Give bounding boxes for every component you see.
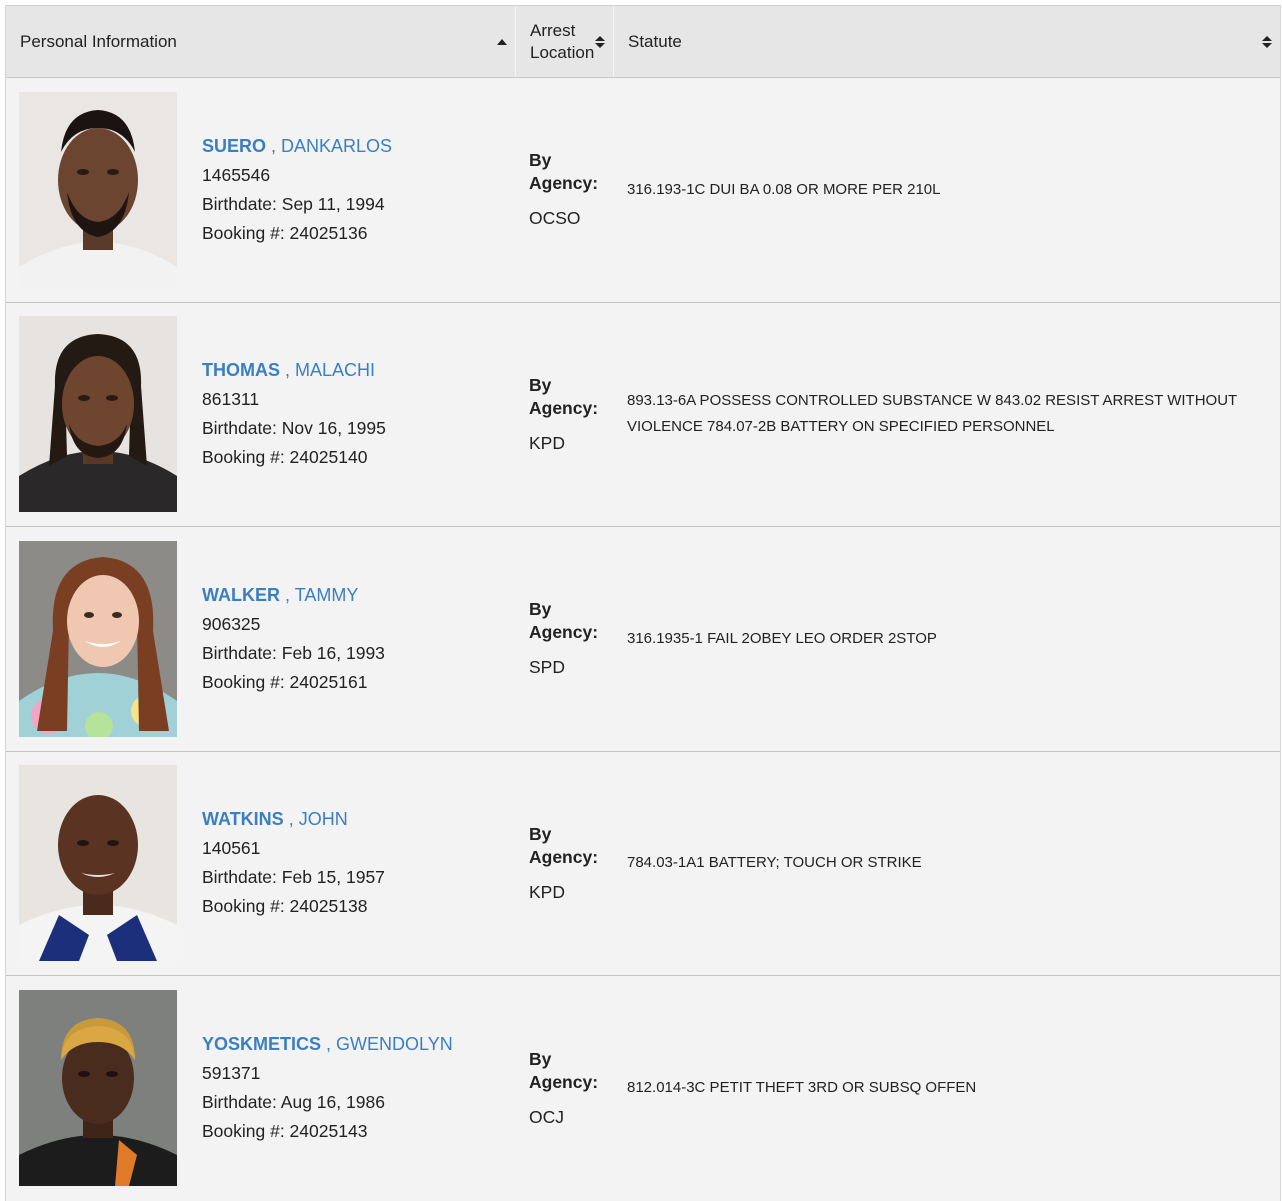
statute-text: 812.014-3C PETIT THEFT 3RD OR SUBSQ OFFE… (627, 1079, 977, 1097)
column-header-personal-information[interactable]: Personal Information (6, 6, 516, 77)
birthdate: Birthdate: Feb 15, 1957 (202, 867, 385, 888)
table-row: YOSKMETICS , GWENDOLYN 591371 Birthdate:… (6, 976, 1280, 1201)
booking-number: Booking #: 24025136 (202, 222, 368, 243)
inmate-name-link[interactable]: THOMAS , MALACHI (202, 360, 375, 380)
inmate-name-link[interactable]: YOSKMETICS , GWENDOLYN (202, 1034, 453, 1054)
arrest-location-cell: By Agency: KPD (516, 752, 614, 976)
person-details: THOMAS , MALACHI 861311 Birthdate: Nov 1… (202, 356, 386, 472)
inmate-id: 140561 (202, 838, 261, 859)
inmate-id: 591371 (202, 1063, 261, 1084)
by-agency-label: By Agency: (529, 1048, 599, 1092)
birthdate: Birthdate: Nov 16, 1995 (202, 418, 386, 439)
inmate-name-link[interactable]: SUERO , DANKARLOS (202, 136, 392, 156)
agency-value: SPD (529, 657, 565, 678)
statute-cell: 316.193-1C DUI BA 0.08 OR MORE PER 210L (614, 78, 1280, 302)
by-agency-label: By Agency: (529, 150, 599, 194)
person-details: YOSKMETICS , GWENDOLYN 591371 Birthdate:… (202, 1030, 453, 1146)
agency-value: OCJ (529, 1106, 564, 1127)
table-header: Personal Information Arrest Location Sta… (6, 5, 1280, 78)
statute-text: 316.1935-1 FAIL 2OBEY LEO ORDER 2STOP (627, 629, 937, 647)
table-body: SUERO , DANKARLOS 1465546 Birthdate: Sep… (6, 78, 1280, 1201)
personal-info-cell: THOMAS , MALACHI 861311 Birthdate: Nov 1… (6, 303, 516, 527)
statute-cell: 812.014-3C PETIT THEFT 3RD OR SUBSQ OFFE… (614, 976, 1280, 1201)
arrest-location-cell: By Agency: OCJ (516, 976, 614, 1201)
inmate-name-link[interactable]: WATKINS , JOHN (202, 809, 348, 829)
agency-value: KPD (529, 432, 565, 453)
statute-text: 784.03-1A1 BATTERY; TOUCH OR STRIKE (627, 854, 922, 872)
by-agency-label: By Agency: (529, 599, 599, 643)
arrest-location-cell: By Agency: OCSO (516, 78, 614, 302)
inmate-id: 906325 (202, 613, 261, 634)
birthdate: Birthdate: Feb 16, 1993 (202, 642, 385, 663)
person-details: SUERO , DANKARLOS 1465546 Birthdate: Sep… (202, 132, 392, 248)
column-header-statute[interactable]: Statute (614, 6, 1280, 77)
sort-ascending-icon (497, 38, 507, 45)
personal-info-cell: WATKINS , JOHN 140561 Birthdate: Feb 15,… (6, 752, 516, 976)
person-details: WATKINS , JOHN 140561 Birthdate: Feb 15,… (202, 805, 385, 921)
inmate-name-link[interactable]: WALKER , TAMMY (202, 585, 358, 605)
arrest-location-cell: By Agency: KPD (516, 303, 614, 527)
inmate-id: 1465546 (202, 164, 271, 185)
mugshot-photo[interactable] (19, 990, 177, 1187)
agency-value: OCSO (529, 208, 581, 229)
sort-both-icon (595, 35, 605, 48)
by-agency-label: By Agency: (529, 823, 599, 867)
personal-info-cell: SUERO , DANKARLOS 1465546 Birthdate: Sep… (6, 78, 516, 302)
birthdate: Birthdate: Sep 11, 1994 (202, 193, 385, 214)
statute-text: 316.193-1C DUI BA 0.08 OR MORE PER 210L (627, 180, 941, 198)
booking-number: Booking #: 24025143 (202, 1121, 368, 1142)
statute-cell: 316.1935-1 FAIL 2OBEY LEO ORDER 2STOP (614, 527, 1280, 751)
personal-info-cell: YOSKMETICS , GWENDOLYN 591371 Birthdate:… (6, 976, 516, 1201)
statute-text: 893.13-6A POSSESS CONTROLLED SUBSTANCE W… (627, 392, 1237, 436)
arrest-records-table: Personal Information Arrest Location Sta… (5, 5, 1281, 1201)
table-row: THOMAS , MALACHI 861311 Birthdate: Nov 1… (6, 302, 1280, 527)
table-row: WATKINS , JOHN 140561 Birthdate: Feb 15,… (6, 751, 1280, 976)
mugshot-photo[interactable] (19, 765, 177, 962)
agency-value: KPD (529, 881, 565, 902)
arrest-location-cell: By Agency: SPD (516, 527, 614, 751)
statute-cell: 784.03-1A1 BATTERY; TOUCH OR STRIKE (614, 752, 1280, 976)
table-row: SUERO , DANKARLOS 1465546 Birthdate: Sep… (6, 78, 1280, 303)
mugshot-photo[interactable] (19, 540, 177, 737)
personal-info-cell: WALKER , TAMMY 906325 Birthdate: Feb 16,… (6, 527, 516, 751)
mugshot-photo[interactable] (19, 316, 177, 513)
table-row: WALKER , TAMMY 906325 Birthdate: Feb 16,… (6, 527, 1280, 752)
booking-number: Booking #: 24025140 (202, 447, 368, 468)
sort-both-icon (1262, 35, 1272, 48)
birthdate: Birthdate: Aug 16, 1986 (202, 1092, 385, 1113)
booking-number: Booking #: 24025138 (202, 896, 368, 917)
person-details: WALKER , TAMMY 906325 Birthdate: Feb 16,… (202, 581, 385, 697)
column-header-arrest-location[interactable]: Arrest Location (516, 6, 614, 77)
inmate-id: 861311 (202, 389, 260, 410)
mugshot-photo[interactable] (19, 91, 177, 288)
by-agency-label: By Agency: (529, 374, 599, 418)
statute-cell: 893.13-6A POSSESS CONTROLLED SUBSTANCE W… (614, 303, 1280, 527)
booking-number: Booking #: 24025161 (202, 671, 368, 692)
